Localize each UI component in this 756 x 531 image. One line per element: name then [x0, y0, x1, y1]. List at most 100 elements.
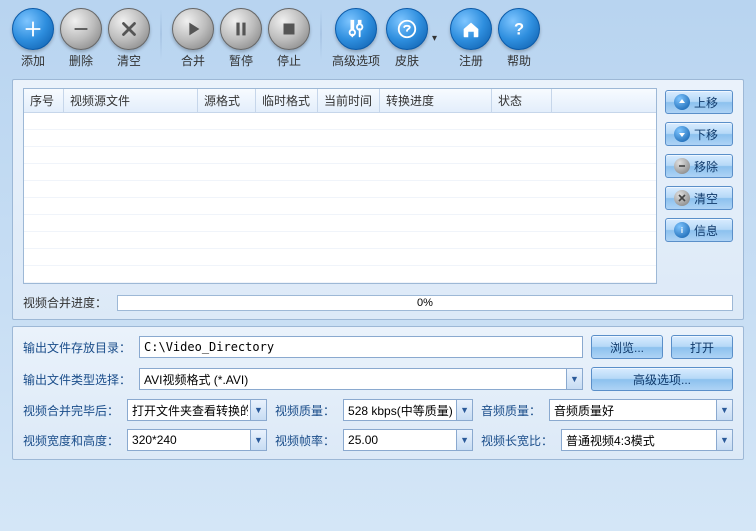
- remove-label: 移除: [694, 158, 718, 175]
- delete-label: 删除: [69, 52, 93, 69]
- chevron-down-icon[interactable]: ▼: [250, 430, 266, 450]
- clear-label: 清空: [117, 52, 141, 69]
- table-header: 序号 视频源文件 源格式 临时格式 当前时间 转换进度 状态: [24, 89, 656, 113]
- merge-label: 合并: [181, 52, 205, 69]
- add-label: 添加: [21, 52, 45, 69]
- info-icon: i: [674, 222, 690, 238]
- table-row: [24, 130, 656, 147]
- skin-button[interactable]: 皮肤: [386, 8, 428, 69]
- stop-button[interactable]: 停止: [268, 8, 310, 69]
- table-row: [24, 164, 656, 181]
- toolbar-separator: [160, 8, 162, 60]
- merge-button[interactable]: 合并: [172, 8, 214, 69]
- skin-icon: [386, 8, 428, 50]
- arrow-down-icon: [674, 126, 690, 142]
- table-row: [24, 198, 656, 215]
- pause-button[interactable]: 暂停: [220, 8, 262, 69]
- x-icon: [108, 8, 150, 50]
- help-icon: ?: [498, 8, 540, 50]
- col-source[interactable]: 视频源文件: [64, 89, 198, 112]
- svg-text:i: i: [681, 226, 683, 235]
- after-merge-combo[interactable]: ▼: [127, 399, 267, 421]
- output-settings-panel: 输出文件存放目录： 浏览... 打开 输出文件类型选择： ▼ 高级选项... 视…: [12, 326, 744, 460]
- after-merge-value[interactable]: [127, 399, 267, 421]
- table-row: [24, 266, 656, 283]
- add-button[interactable]: 添加: [12, 8, 54, 69]
- video-size-combo[interactable]: ▼: [127, 429, 267, 451]
- remove-button[interactable]: 移除: [665, 154, 733, 178]
- table-body[interactable]: [24, 113, 656, 283]
- clear-list-button[interactable]: 清空: [665, 186, 733, 210]
- skin-dropdown-arrow[interactable]: ▾: [432, 33, 442, 44]
- audio-quality-value[interactable]: [549, 399, 733, 421]
- chevron-down-icon[interactable]: ▼: [456, 430, 472, 450]
- video-aspect-value[interactable]: [561, 429, 733, 451]
- home-icon: [450, 8, 492, 50]
- audio-quality-combo[interactable]: ▼: [549, 399, 733, 421]
- video-quality-value[interactable]: [343, 399, 473, 421]
- chevron-down-icon[interactable]: ▼: [250, 400, 266, 420]
- help-label: 帮助: [507, 52, 531, 69]
- chevron-down-icon[interactable]: ▼: [716, 400, 732, 420]
- clear-list-label: 清空: [694, 190, 718, 207]
- merge-progress-text: 0%: [118, 296, 732, 310]
- play-icon: [172, 8, 214, 50]
- after-merge-label: 视频合并完毕后：: [23, 402, 119, 419]
- col-status[interactable]: 状态: [492, 89, 552, 112]
- video-size-value[interactable]: [127, 429, 267, 451]
- merge-progress-bar: 0%: [117, 295, 733, 311]
- tools-icon: [335, 8, 377, 50]
- toolbar-separator: [320, 8, 322, 60]
- file-table[interactable]: 序号 视频源文件 源格式 临时格式 当前时间 转换进度 状态: [23, 88, 657, 284]
- minus-icon: [674, 158, 690, 174]
- video-size-label: 视频宽度和高度：: [23, 432, 119, 449]
- x-icon: [674, 190, 690, 206]
- col-cur-time[interactable]: 当前时间: [318, 89, 380, 112]
- skin-label: 皮肤: [395, 52, 419, 69]
- main-toolbar: 添加 删除 清空 合并 暂停 停止 高级选项 皮肤 ▾ 注册 ? 帮助: [0, 0, 756, 73]
- arrow-up-icon: [674, 94, 690, 110]
- help-button[interactable]: ? 帮助: [498, 8, 540, 69]
- table-row: [24, 232, 656, 249]
- col-tmp-fmt[interactable]: 临时格式: [256, 89, 318, 112]
- file-list-panel: 序号 视频源文件 源格式 临时格式 当前时间 转换进度 状态: [12, 79, 744, 320]
- move-up-button[interactable]: 上移: [665, 90, 733, 114]
- side-actions: 上移 下移 移除 清空 i信息: [665, 88, 733, 284]
- col-seq[interactable]: 序号: [24, 89, 64, 112]
- col-src-fmt[interactable]: 源格式: [198, 89, 256, 112]
- register-button[interactable]: 注册: [450, 8, 492, 69]
- delete-button[interactable]: 删除: [60, 8, 102, 69]
- advanced-options-button[interactable]: 高级选项: [332, 8, 380, 69]
- video-fps-combo[interactable]: ▼: [343, 429, 473, 451]
- open-button[interactable]: 打开: [671, 335, 733, 359]
- browse-button[interactable]: 浏览...: [591, 335, 663, 359]
- stop-icon: [268, 8, 310, 50]
- chevron-down-icon[interactable]: ▼: [566, 369, 582, 389]
- table-row: [24, 181, 656, 198]
- info-button[interactable]: i信息: [665, 218, 733, 242]
- col-progress[interactable]: 转换进度: [380, 89, 492, 112]
- chevron-down-icon[interactable]: ▼: [456, 400, 472, 420]
- advanced-label: 高级选项: [332, 52, 380, 69]
- output-type-combo[interactable]: ▼: [139, 368, 583, 390]
- pause-label: 暂停: [229, 52, 253, 69]
- output-type-value[interactable]: [139, 368, 583, 390]
- advanced-options-button-2[interactable]: 高级选项...: [591, 367, 733, 391]
- minus-icon: [60, 8, 102, 50]
- table-row: [24, 147, 656, 164]
- video-aspect-combo[interactable]: ▼: [561, 429, 733, 451]
- video-fps-value[interactable]: [343, 429, 473, 451]
- clear-button[interactable]: 清空: [108, 8, 150, 69]
- output-dir-input[interactable]: [139, 336, 583, 358]
- move-down-label: 下移: [694, 126, 718, 143]
- video-quality-combo[interactable]: ▼: [343, 399, 473, 421]
- move-down-button[interactable]: 下移: [665, 122, 733, 146]
- chevron-down-icon[interactable]: ▼: [716, 430, 732, 450]
- pause-icon: [220, 8, 262, 50]
- merge-progress-row: 视频合并进度： 0%: [23, 294, 733, 311]
- video-aspect-label: 视频长宽比：: [481, 432, 553, 449]
- table-row: [24, 113, 656, 130]
- audio-quality-label: 音频质量：: [481, 402, 541, 419]
- plus-icon: [12, 8, 54, 50]
- col-spacer: [552, 89, 656, 112]
